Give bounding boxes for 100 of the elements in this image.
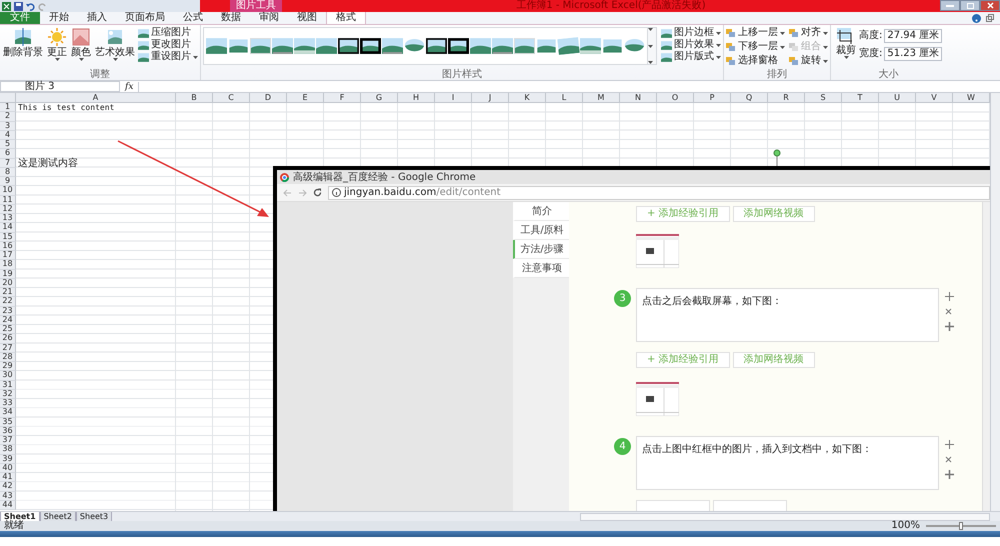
row-header[interactable]: 26 bbox=[0, 334, 16, 344]
sheet-tab[interactable]: Sheet3 bbox=[76, 512, 112, 522]
column-header[interactable]: I bbox=[435, 93, 472, 102]
row-header[interactable]: 6 bbox=[0, 149, 16, 158]
picture-style-thumbnail[interactable] bbox=[492, 38, 513, 54]
add-icon[interactable] bbox=[945, 470, 954, 479]
close-button[interactable] bbox=[980, 0, 1000, 11]
minimize-button[interactable] bbox=[940, 0, 960, 11]
slider-thumb[interactable] bbox=[959, 522, 963, 530]
ribbon-tab[interactable]: 插入 bbox=[78, 12, 116, 24]
row-header[interactable]: 33 bbox=[0, 399, 16, 408]
row-header[interactable]: 25 bbox=[0, 325, 16, 334]
column-header[interactable]: T bbox=[842, 93, 879, 102]
column-header[interactable]: C bbox=[213, 93, 250, 102]
ribbon-tab[interactable]: 页面布局 bbox=[116, 12, 174, 24]
ribbon-button[interactable]: 图片边框 bbox=[661, 27, 721, 39]
move-icon[interactable] bbox=[945, 292, 954, 301]
row-header[interactable]: 10 bbox=[0, 186, 16, 196]
ribbon-button[interactable]: 压缩图片 bbox=[138, 27, 198, 39]
picture-style-thumbnail[interactable] bbox=[448, 38, 469, 54]
row-header[interactable]: 42 bbox=[0, 482, 16, 492]
nav-item[interactable]: 方法/步骤 bbox=[513, 240, 569, 259]
ribbon-tab[interactable]: 审阅 bbox=[250, 12, 288, 24]
ribbon-button[interactable]: 更改图片 bbox=[138, 39, 198, 51]
nav-item[interactable]: 工具/原料 bbox=[513, 221, 569, 240]
step-text-box[interactable]: 点击之后会截取屏幕，如下图： bbox=[636, 288, 939, 342]
column-header[interactable]: S bbox=[805, 93, 842, 102]
help-icon[interactable] bbox=[972, 14, 981, 22]
column-header[interactable]: H bbox=[398, 93, 435, 102]
column-header[interactable]: E bbox=[287, 93, 324, 102]
picture-style-thumbnail[interactable] bbox=[470, 38, 491, 54]
address-field[interactable]: jingyan.baidu.com/edit/content bbox=[328, 186, 990, 200]
size-field[interactable]: 51.23 厘米 bbox=[884, 47, 942, 61]
vertical-scrollbar[interactable] bbox=[990, 93, 1000, 511]
row-header[interactable]: 14 bbox=[0, 223, 16, 232]
ribbon-button[interactable]: 艺术效果 bbox=[94, 27, 136, 69]
save-icon[interactable] bbox=[14, 2, 23, 10]
ribbon-tab[interactable]: 公式 bbox=[174, 12, 212, 24]
row-header[interactable]: 18 bbox=[0, 260, 16, 270]
row-header[interactable]: 41 bbox=[0, 473, 16, 482]
column-header[interactable]: U bbox=[879, 93, 916, 102]
picture-style-thumbnail[interactable] bbox=[294, 38, 315, 54]
column-header[interactable]: A bbox=[16, 93, 176, 102]
crop-button[interactable]: 裁剪 bbox=[835, 27, 857, 69]
nav-item[interactable]: 简介 bbox=[513, 202, 569, 221]
picture-style-thumbnail[interactable] bbox=[624, 38, 645, 54]
row-header[interactable]: 1 bbox=[0, 103, 16, 112]
horizontal-scrollbar[interactable] bbox=[580, 512, 990, 520]
row-header[interactable]: 17 bbox=[0, 251, 16, 260]
row-header[interactable]: 2 bbox=[0, 112, 16, 122]
step-text-box[interactable]: 点击上图中红框中的图片，插入到文档中，如下图： bbox=[636, 436, 939, 490]
size-field[interactable]: 27.94 厘米 bbox=[884, 29, 942, 43]
row-header[interactable]: 22 bbox=[0, 297, 16, 306]
column-header[interactable]: V bbox=[916, 93, 953, 102]
row-header[interactable]: 38 bbox=[0, 445, 16, 454]
maximize-button[interactable] bbox=[960, 0, 980, 11]
picture-style-thumbnail[interactable] bbox=[426, 38, 447, 54]
row-header[interactable]: 5 bbox=[0, 140, 16, 150]
column-header[interactable]: G bbox=[361, 93, 398, 102]
ribbon-button[interactable]: 下移一层 bbox=[726, 41, 785, 53]
rotation-handle[interactable] bbox=[773, 149, 781, 167]
picture-style-thumbnail[interactable] bbox=[382, 38, 403, 54]
file-tab[interactable]: 文件 bbox=[0, 12, 40, 24]
ribbon-button[interactable]: 更正 bbox=[46, 27, 68, 69]
column-header[interactable]: P bbox=[694, 93, 731, 102]
undo-icon[interactable] bbox=[26, 2, 35, 10]
column-header[interactable]: L bbox=[546, 93, 583, 102]
column-header[interactable]: D bbox=[250, 93, 287, 102]
restore-icon[interactable] bbox=[986, 14, 994, 22]
ribbon-button[interactable]: 上移一层 bbox=[726, 27, 785, 39]
column-header[interactable]: R bbox=[768, 93, 805, 102]
column-header[interactable]: J bbox=[472, 93, 509, 102]
picture-styles-gallery[interactable] bbox=[203, 27, 648, 65]
row-header[interactable]: 21 bbox=[0, 288, 16, 298]
column-header[interactable]: K bbox=[509, 93, 546, 102]
ribbon-tab[interactable]: 格式 bbox=[326, 11, 366, 24]
picture-style-thumbnail[interactable] bbox=[580, 38, 601, 54]
picture-style-thumbnail[interactable] bbox=[557, 36, 580, 56]
gallery-scroll[interactable] bbox=[648, 27, 657, 65]
move-icon[interactable] bbox=[945, 440, 954, 449]
picture-style-thumbnail[interactable] bbox=[338, 38, 359, 54]
ribbon-button[interactable]: 图片效果 bbox=[661, 39, 721, 51]
close-icon[interactable] bbox=[945, 308, 952, 315]
picture-style-thumbnail[interactable] bbox=[360, 38, 381, 54]
row-header[interactable]: 37 bbox=[0, 436, 16, 446]
ribbon-button[interactable]: 旋转 bbox=[789, 55, 828, 67]
ribbon-tab[interactable]: 开始 bbox=[40, 12, 78, 24]
add-icon[interactable] bbox=[945, 322, 954, 331]
ribbon-button[interactable]: 选择窗格 bbox=[726, 55, 785, 67]
excel-icon[interactable] bbox=[2, 2, 11, 10]
picture-style-thumbnail[interactable] bbox=[206, 38, 227, 54]
row-header[interactable]: 34 bbox=[0, 408, 16, 418]
nav-item[interactable]: 注意事项 bbox=[513, 259, 569, 278]
reload-icon[interactable] bbox=[313, 188, 322, 197]
column-header[interactable]: M bbox=[583, 93, 620, 102]
ribbon-button[interactable]: 对齐 bbox=[789, 27, 828, 39]
row-header[interactable]: 30 bbox=[0, 371, 16, 380]
scrollbar[interactable] bbox=[982, 202, 990, 511]
row-header[interactable]: 9 bbox=[0, 177, 16, 186]
column-header[interactable]: B bbox=[176, 93, 213, 102]
